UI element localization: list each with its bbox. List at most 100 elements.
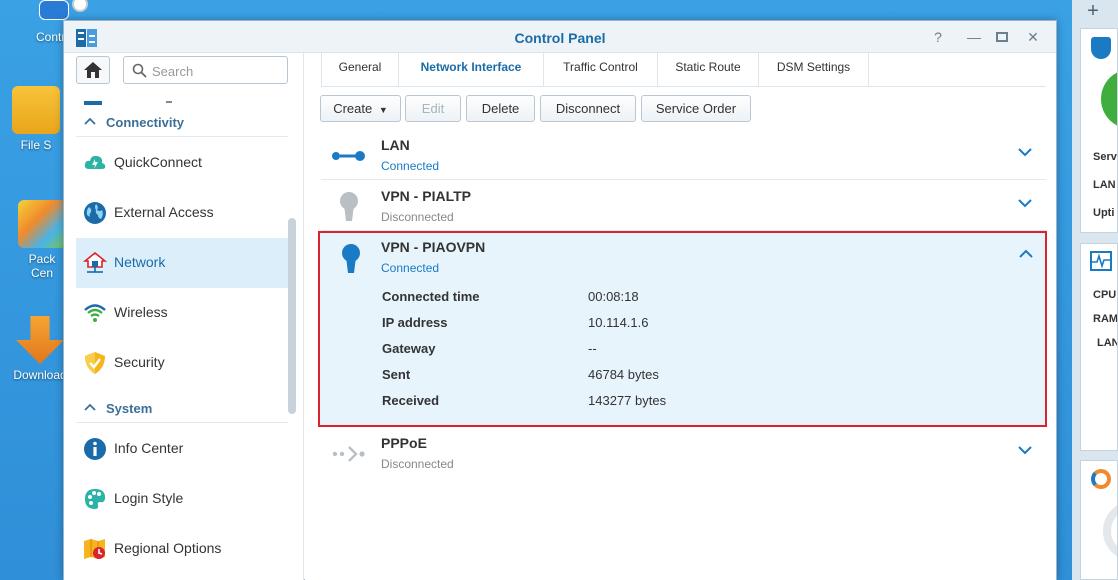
chevron-up-icon	[84, 117, 96, 125]
sidebar-item-label: External Access	[114, 204, 214, 220]
sidebar-item-login-style[interactable]: Login Style	[76, 474, 288, 524]
search-box[interactable]	[123, 56, 288, 84]
sidebar-item-security[interactable]: Security	[76, 338, 288, 388]
delete-button-label: Delete	[481, 101, 520, 116]
sidebar: Connectivity QuickConnect External Acces…	[64, 53, 304, 580]
interface-row-vpn-piaovpn[interactable]: VPN - PIAOVPN Connected Connected time 0…	[318, 231, 1047, 427]
download-arrow-icon	[16, 316, 64, 364]
sidebar-item-regional-options[interactable]: Regional Options	[76, 524, 288, 574]
sidebar-item-label: QuickConnect	[114, 154, 202, 170]
chevron-down-icon[interactable]	[1018, 198, 1032, 208]
tab-traffic-control[interactable]: Traffic Control	[544, 53, 658, 87]
vpn-keyhole-icon	[342, 244, 360, 273]
title-bar[interactable]: Control Panel ? — ✕	[64, 21, 1056, 53]
detail-label: IP address	[382, 315, 448, 330]
edit-button[interactable]: Edit	[405, 95, 461, 122]
detail-label: Sent	[382, 367, 411, 382]
tab-label: General	[338, 60, 382, 74]
tab-bar: General Network Interface Traffic Contro…	[321, 53, 1046, 87]
tab-static-route[interactable]: Static Route	[658, 53, 759, 87]
interface-status: Connected	[381, 261, 440, 275]
interface-status: Connected	[381, 159, 440, 173]
chevron-up-icon	[84, 403, 96, 411]
partial-sidebar-item	[76, 101, 288, 107]
interface-name: LAN	[381, 137, 410, 153]
wifi-icon	[84, 304, 106, 322]
sidebar-item-network[interactable]: Network	[76, 238, 288, 288]
maximize-button[interactable]	[991, 27, 1013, 47]
control-panel-icon	[39, 0, 69, 20]
caret-down-icon: ▼	[378, 105, 388, 115]
chevron-up-icon[interactable]	[1019, 249, 1033, 259]
sidebar-item-wireless[interactable]: Wireless	[76, 288, 288, 338]
section-system[interactable]: System	[76, 395, 288, 423]
chevron-down-icon[interactable]	[1018, 147, 1032, 157]
interface-status: Disconnected	[381, 457, 454, 471]
tab-label: Network Interface	[420, 60, 522, 74]
tab-label: Traffic Control	[563, 60, 638, 74]
pulse-icon	[1090, 251, 1112, 271]
disconnect-button[interactable]: Disconnect	[540, 95, 636, 122]
status-ok-icon	[1101, 69, 1117, 129]
shield-icon	[85, 352, 105, 374]
storage-widget	[1080, 460, 1118, 580]
tab-network-interface[interactable]: Network Interface	[399, 53, 544, 87]
sidebar-item-label: Regional Options	[114, 540, 222, 556]
resource-monitor-widget: CPU RAM LAN	[1080, 243, 1118, 451]
help-button[interactable]: ?	[927, 27, 949, 47]
sidebar-scrollbar[interactable]	[288, 218, 296, 414]
sidebar-item-label: Network	[114, 254, 166, 270]
sidebar-item-info-center[interactable]: Info Center	[76, 424, 288, 474]
map-clock-icon	[84, 539, 105, 559]
home-button[interactable]	[76, 56, 110, 84]
widget-label: LAN	[1093, 179, 1116, 191]
widget-label: RAM	[1093, 313, 1118, 325]
globe-icon	[84, 202, 106, 224]
desktop-icon-label: Download	[13, 368, 67, 382]
widget-label: LAN	[1097, 337, 1118, 349]
service-order-button[interactable]: Service Order	[641, 95, 751, 122]
section-connectivity[interactable]: Connectivity	[76, 109, 288, 137]
interface-name: VPN - PIALTP	[381, 188, 471, 204]
health-widget: Serv LAN Upti	[1080, 28, 1118, 233]
close-button[interactable]: ✕	[1022, 27, 1044, 47]
sidebar-item-quickconnect[interactable]: QuickConnect	[76, 138, 288, 188]
minimize-button[interactable]: —	[963, 27, 985, 47]
tab-general[interactable]: General	[321, 53, 399, 87]
detail-value: 46784 bytes	[588, 367, 659, 382]
main-panel: General Network Interface Traffic Contro…	[305, 53, 1056, 580]
interface-name: PPPoE	[381, 435, 427, 451]
widget-label: Upti	[1093, 207, 1115, 219]
delete-button[interactable]: Delete	[466, 95, 535, 122]
home-icon	[84, 62, 102, 78]
pppoe-dots-arrow-icon	[332, 446, 365, 462]
detail-label: Gateway	[382, 341, 436, 356]
detail-value: --	[588, 341, 597, 356]
interface-row-lan[interactable]: LAN Connected	[321, 129, 1046, 180]
detail-value: 00:08:18	[588, 289, 639, 304]
tab-label: DSM Settings	[776, 60, 851, 74]
section-label: System	[106, 401, 153, 416]
interface-name: VPN - PIAOVPN	[381, 239, 486, 255]
info-icon	[84, 438, 106, 460]
service-order-button-label: Service Order	[655, 101, 737, 116]
interface-row-pppoe[interactable]: PPPoE Disconnected	[321, 427, 1046, 478]
add-widget-button[interactable]: +	[1078, 0, 1108, 22]
sidebar-item-external-access[interactable]: External Access	[76, 188, 288, 238]
package-icon	[18, 200, 66, 248]
lan-icon	[332, 151, 365, 161]
detail-value: 10.114.1.6	[588, 315, 649, 330]
detail-value: 143277 bytes	[588, 393, 667, 408]
palette-icon	[85, 489, 106, 509]
create-button[interactable]: Create ▼	[320, 95, 401, 122]
chevron-down-icon[interactable]	[1018, 445, 1032, 455]
detail-label: Received	[382, 393, 440, 408]
section-label: Connectivity	[106, 115, 185, 130]
storage-pie-icon	[1091, 469, 1111, 489]
interface-row-vpn-pialtp[interactable]: VPN - PIALTP Disconnected	[321, 180, 1046, 231]
folder-icon	[12, 86, 60, 134]
detail-label: Connected time	[382, 289, 480, 304]
storage-gauge	[1103, 501, 1117, 561]
tab-dsm-settings[interactable]: DSM Settings	[759, 53, 869, 87]
search-input[interactable]	[152, 62, 282, 80]
